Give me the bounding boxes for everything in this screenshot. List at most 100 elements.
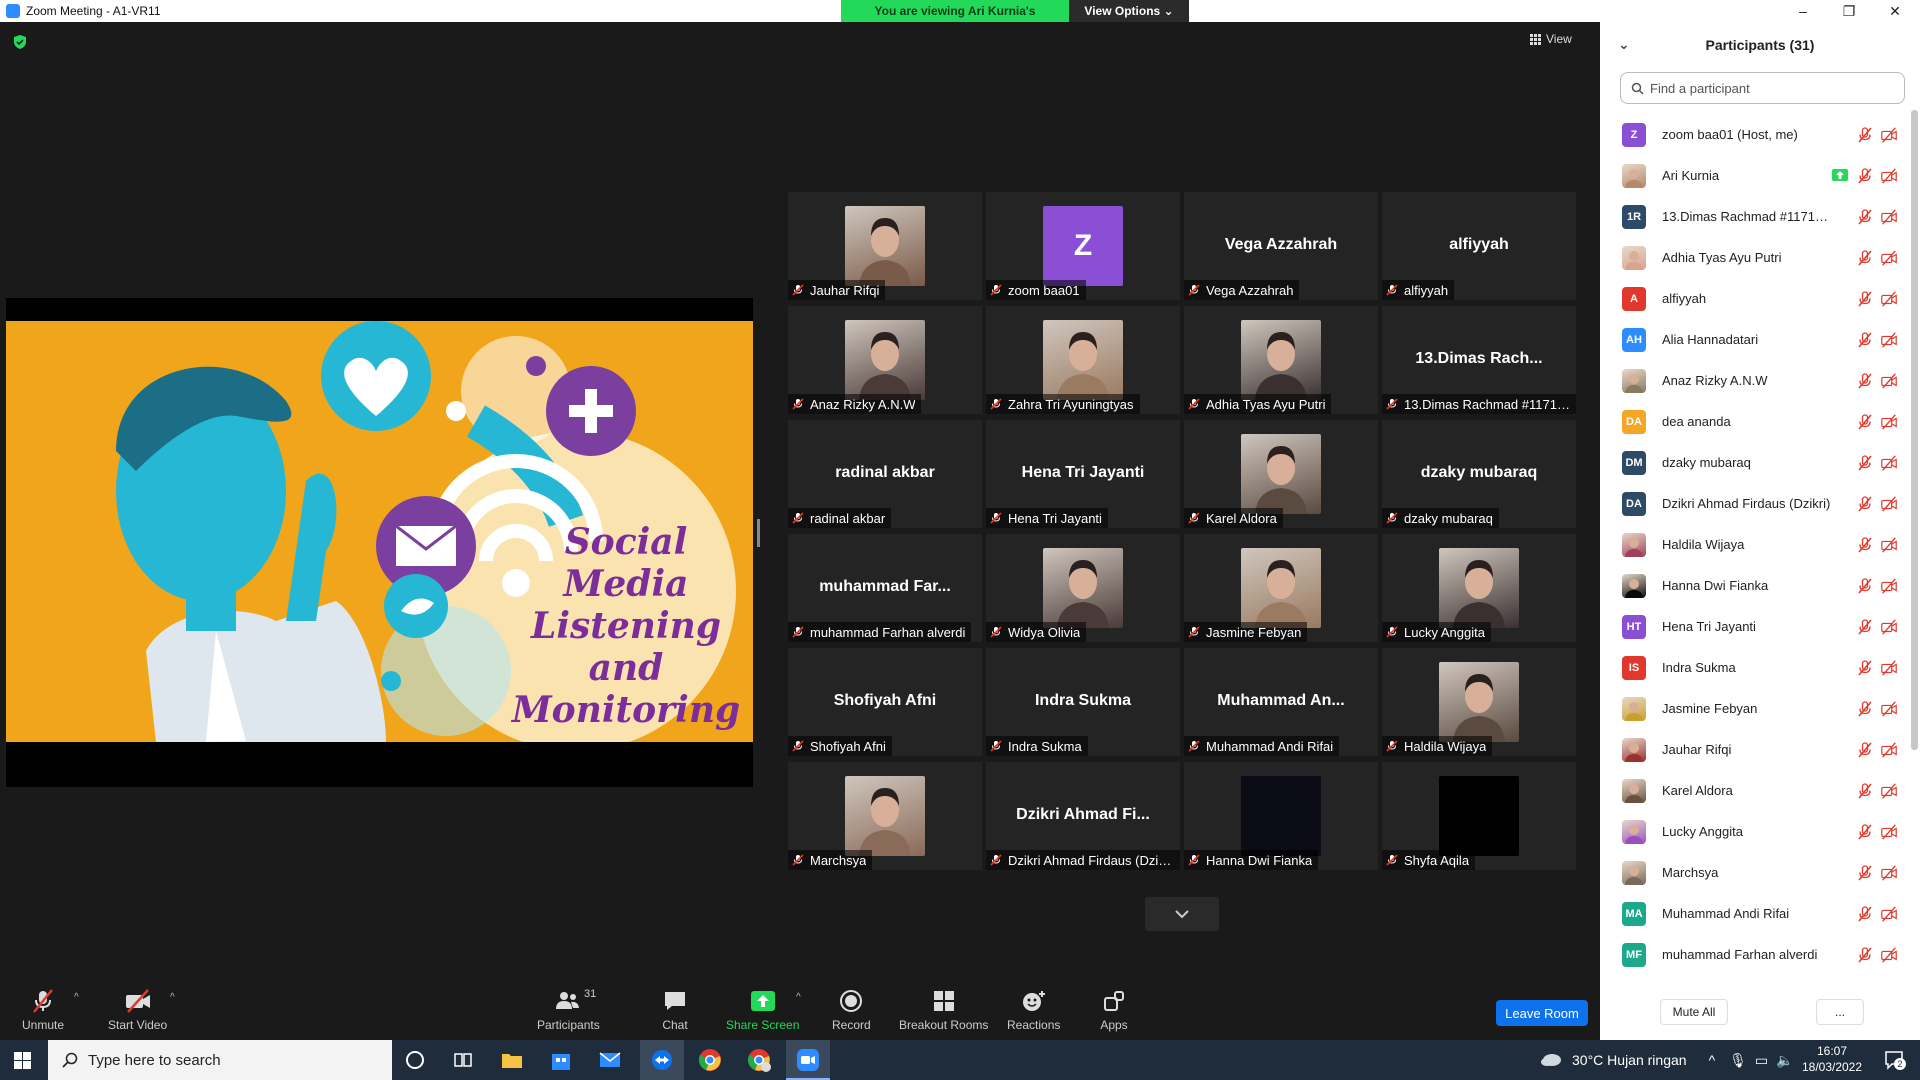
- start-video-button[interactable]: Start Video ^: [108, 988, 175, 1032]
- shared-screen[interactable]: Social Media Listening and Monitoring: [6, 298, 753, 787]
- video-tile[interactable]: Widya Olivia: [986, 534, 1180, 642]
- more-options-button[interactable]: ...: [1816, 999, 1864, 1025]
- participant-row[interactable]: HT Hena Tri Jayanti: [1600, 606, 1910, 647]
- participant-row[interactable]: DA dea ananda: [1600, 401, 1910, 442]
- reactions-icon: [1020, 988, 1048, 1014]
- mail-icon[interactable]: [598, 1048, 622, 1072]
- tile-name-label: Shofiyah Afni: [788, 736, 892, 756]
- participant-row[interactable]: DM dzaky mubaraq: [1600, 442, 1910, 483]
- video-tile[interactable]: Vega Azzahrah Vega Azzahrah: [1184, 192, 1378, 300]
- task-view-icon[interactable]: [451, 1048, 475, 1072]
- video-tile[interactable]: Adhia Tyas Ayu Putri: [1184, 306, 1378, 414]
- participant-row[interactable]: Marchsya: [1600, 852, 1910, 893]
- participant-row[interactable]: Haldila Wijaya: [1600, 524, 1910, 565]
- volume-icon[interactable]: 🔈: [1776, 1052, 1793, 1069]
- muted-mic-icon: [792, 626, 804, 638]
- maximize-button[interactable]: ❐: [1826, 0, 1872, 22]
- tray-overflow-icon[interactable]: ^: [1709, 1052, 1716, 1068]
- participant-row[interactable]: Jauhar Rifqi: [1600, 729, 1910, 770]
- taskbar-clock[interactable]: 16:07 18/03/2022: [1792, 1043, 1872, 1075]
- teamviewer-taskbar-item[interactable]: [640, 1040, 684, 1080]
- taskbar-search-input[interactable]: Type here to search: [48, 1040, 392, 1080]
- video-tile[interactable]: Shofiyah Afni Shofiyah Afni: [788, 648, 982, 756]
- video-tile[interactable]: Zahra Tri Ayuningtyas: [986, 306, 1180, 414]
- share-screen-button[interactable]: Share Screen ^: [726, 988, 801, 1032]
- video-tile[interactable]: alfiyyah alfiyyah: [1382, 192, 1576, 300]
- record-button[interactable]: Record: [832, 988, 871, 1032]
- participant-row[interactable]: Hanna Dwi Fianka: [1600, 565, 1910, 606]
- participant-row[interactable]: MA Muhammad Andi Rifai: [1600, 893, 1910, 934]
- collapse-panel-icon[interactable]: ⌄: [1618, 36, 1630, 53]
- zoom-taskbar-item[interactable]: [786, 1040, 830, 1080]
- apps-button[interactable]: Apps: [1100, 988, 1128, 1032]
- video-tile[interactable]: muhammad Far... muhammad Farhan alverdi: [788, 534, 982, 642]
- video-tile[interactable]: Haldila Wijaya: [1382, 648, 1576, 756]
- participant-row[interactable]: Anaz Rizky A.N.W: [1600, 360, 1910, 401]
- view-options-button[interactable]: View Options ⌄: [1069, 0, 1189, 22]
- participant-row[interactable]: Jasmine Febyan: [1600, 688, 1910, 729]
- video-tile[interactable]: Hena Tri Jayanti Hena Tri Jayanti: [986, 420, 1180, 528]
- reactions-button[interactable]: Reactions: [1007, 988, 1060, 1032]
- audio-options-caret[interactable]: ^: [74, 992, 79, 1003]
- video-tile[interactable]: Zzoom baa01: [986, 192, 1180, 300]
- participant-row[interactable]: Adhia Tyas Ayu Putri: [1600, 237, 1910, 278]
- view-button[interactable]: View: [1530, 32, 1572, 46]
- video-tile[interactable]: Lucky Anggita: [1382, 534, 1576, 642]
- unmute-button[interactable]: Unmute ^: [22, 988, 79, 1032]
- participant-list-scrollbar[interactable]: [1911, 110, 1918, 750]
- video-tile[interactable]: Dzikri Ahmad Fi... Dzikri Ahmad Firdaus (…: [986, 762, 1180, 870]
- video-tile[interactable]: Jauhar Rifqi: [788, 192, 982, 300]
- participants-button[interactable]: Participants 31: [537, 988, 600, 1032]
- video-tile[interactable]: 13.Dimas Rach... 13.Dimas Rachmad #11710.…: [1382, 306, 1576, 414]
- video-options-caret[interactable]: ^: [170, 992, 175, 1003]
- participant-row[interactable]: Lucky Anggita: [1600, 811, 1910, 852]
- tile-name-label: Shyfa Aqila: [1382, 850, 1476, 870]
- chrome-icon[interactable]: [698, 1048, 722, 1072]
- network-icon[interactable]: ▭: [1755, 1052, 1768, 1069]
- tile-name-label: Adhia Tyas Ayu Putri: [1184, 394, 1332, 414]
- video-tile[interactable]: Indra Sukma Indra Sukma: [986, 648, 1180, 756]
- participant-video: [845, 206, 925, 286]
- video-tile[interactable]: radinal akbar radinal akbar: [788, 420, 982, 528]
- video-tile[interactable]: Hanna Dwi Fianka: [1184, 762, 1378, 870]
- video-tile[interactable]: Marchsya: [788, 762, 982, 870]
- cortana-icon[interactable]: [403, 1048, 427, 1072]
- participant-search-input[interactable]: Find a participant: [1620, 72, 1905, 104]
- weather-text[interactable]: 30°C Hujan ringan: [1572, 1052, 1687, 1068]
- clock-date: 18/03/2022: [1801, 1060, 1863, 1074]
- security-shield-icon[interactable]: [12, 34, 28, 50]
- leave-room-button[interactable]: Leave Room: [1496, 1000, 1588, 1026]
- chat-button[interactable]: Chat: [661, 988, 689, 1032]
- store-icon[interactable]: [549, 1048, 573, 1072]
- participant-row[interactable]: AH Alia Hannadatari: [1600, 319, 1910, 360]
- breakout-rooms-button[interactable]: Breakout Rooms: [899, 988, 988, 1032]
- windows-start-icon[interactable]: [14, 1052, 31, 1069]
- muted-mic-icon: [1188, 626, 1200, 638]
- video-tile[interactable]: Muhammad An... Muhammad Andi Rifai: [1184, 648, 1378, 756]
- participant-row[interactable]: Zzoom baa01 (Host, me): [1600, 114, 1910, 155]
- participant-row[interactable]: DA Dzikri Ahmad Firdaus (Dzikri): [1600, 483, 1910, 524]
- muted-mic-icon: [1188, 398, 1200, 410]
- video-tile[interactable]: Jasmine Febyan: [1184, 534, 1378, 642]
- participant-row[interactable]: Aalfiyyah: [1600, 278, 1910, 319]
- participant-row[interactable]: 1R 13.Dimas Rachmad #11710031...: [1600, 196, 1910, 237]
- split-view-handle[interactable]: [757, 519, 760, 547]
- chrome-profile-icon[interactable]: [747, 1048, 771, 1072]
- participant-row[interactable]: IS Indra Sukma: [1600, 647, 1910, 688]
- participant-row[interactable]: Ari Kurnia: [1600, 155, 1910, 196]
- microphone-tray-icon[interactable]: 🎙: [1729, 1052, 1747, 1069]
- file-explorer-icon[interactable]: [500, 1048, 524, 1072]
- gallery-next-page-button[interactable]: [1145, 897, 1219, 931]
- notification-center-button[interactable]: 2: [1884, 1050, 1906, 1070]
- tile-name: Lucky Anggita: [1404, 624, 1485, 640]
- video-tile[interactable]: Karel Aldora: [1184, 420, 1378, 528]
- video-tile[interactable]: dzaky mubaraq dzaky mubaraq: [1382, 420, 1576, 528]
- share-options-caret[interactable]: ^: [796, 992, 801, 1003]
- mute-all-button[interactable]: Mute All: [1660, 999, 1728, 1025]
- close-button[interactable]: ✕: [1872, 0, 1918, 22]
- participant-row[interactable]: Karel Aldora: [1600, 770, 1910, 811]
- participant-row[interactable]: MF muhammad Farhan alverdi: [1600, 934, 1910, 975]
- minimize-button[interactable]: –: [1780, 0, 1826, 22]
- video-tile[interactable]: Anaz Rizky A.N.W: [788, 306, 982, 414]
- video-tile[interactable]: Shyfa Aqila: [1382, 762, 1576, 870]
